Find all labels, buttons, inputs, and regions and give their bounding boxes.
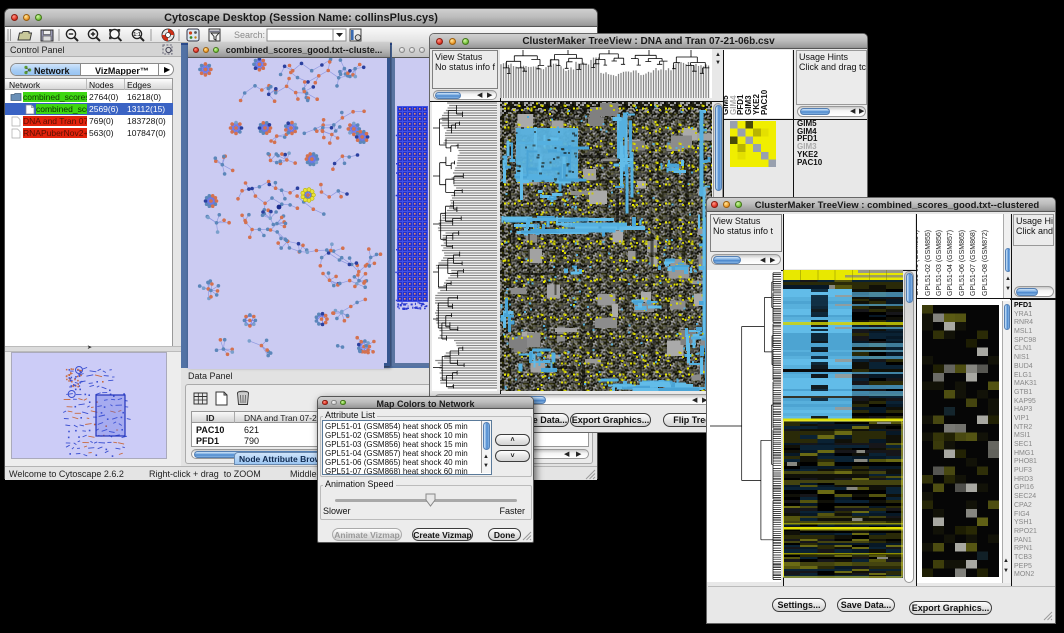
svg-text:1:1: 1:1 [133,32,140,38]
svg-text:Search:: Search: [234,30,265,40]
